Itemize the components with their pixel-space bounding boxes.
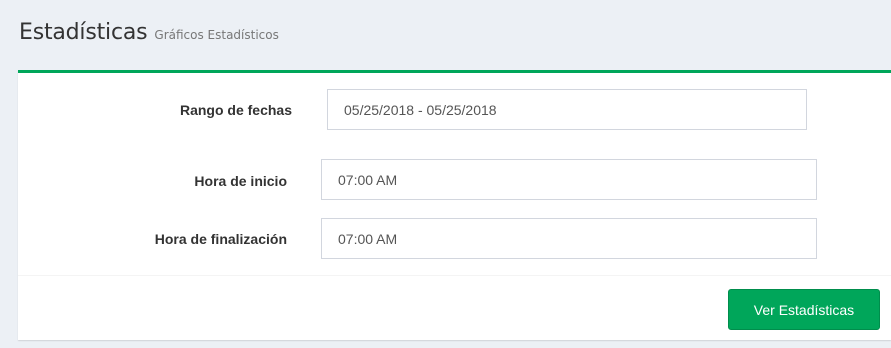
box-footer-divider bbox=[18, 275, 891, 276]
end-time-label: Hora de finalización bbox=[154, 231, 287, 247]
page-subtitle: Gráficos Estadísticos bbox=[154, 28, 279, 42]
end-time-input[interactable] bbox=[321, 218, 817, 259]
content-header: Estadísticas Gráficos Estadísticos bbox=[19, 20, 279, 60]
date-range-input[interactable] bbox=[327, 89, 807, 130]
start-time-input[interactable] bbox=[321, 159, 817, 200]
date-range-label: Rango de fechas bbox=[179, 102, 292, 118]
page-title: Estadísticas bbox=[19, 20, 148, 45]
view-statistics-button[interactable]: Ver Estadísticas bbox=[728, 289, 880, 330]
statistics-form-box: Rango de fechas Hora de inicio Hora de f… bbox=[18, 70, 891, 340]
start-time-label: Hora de inicio bbox=[194, 173, 287, 189]
